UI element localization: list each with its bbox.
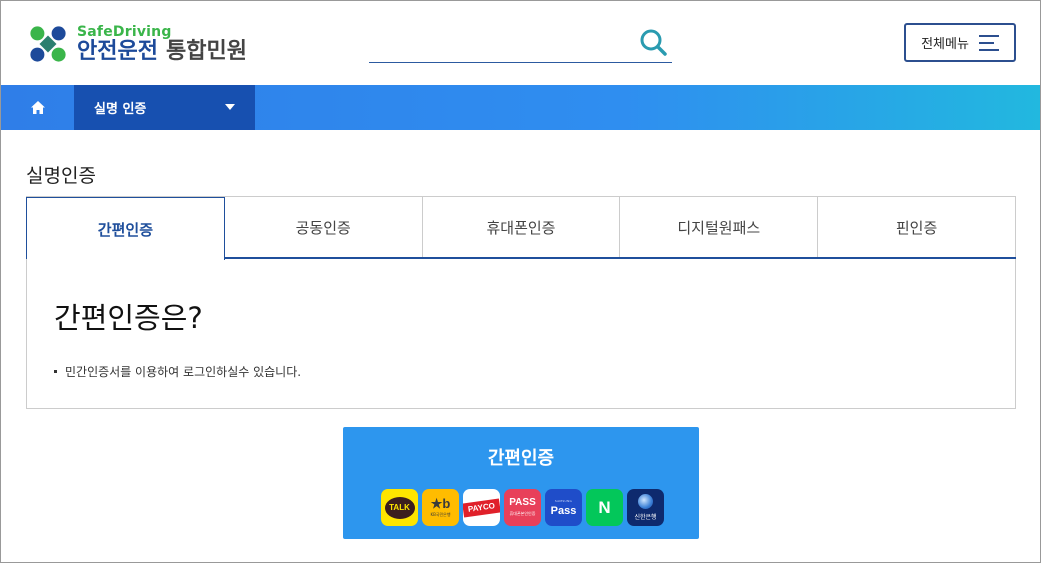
tab-digital-onepass[interactable]: 디지털원패스 bbox=[620, 197, 819, 257]
auth-tabs: 간편인증 공동인증 휴대폰인증 디지털원패스 핀인증 bbox=[26, 196, 1016, 260]
tab-panel: 간편인증은? 민간인증서를 이용하여 로그인하실수 있습니다. bbox=[26, 259, 1016, 409]
kakao-talk-icon: TALK bbox=[381, 489, 418, 526]
search-bar bbox=[369, 23, 672, 63]
payco-icon: PAYCO bbox=[463, 489, 500, 526]
nav-bar: 실명 인증 bbox=[1, 85, 1040, 130]
provider-list: TALK ★b KB국민은행 PAYCO PASS 휴대폰본인인증 SAMSUN… bbox=[381, 489, 668, 526]
tab-pin-auth[interactable]: 핀인증 bbox=[818, 197, 1016, 257]
panel-description: 민간인증서를 이용하여 로그인하실수 있습니다. bbox=[54, 363, 301, 380]
site-header: SafeDriving 안전운전 통합민원 전체메뉴 bbox=[1, 1, 1040, 85]
tab-mobile-auth[interactable]: 휴대폰인증 bbox=[422, 197, 621, 257]
home-button[interactable] bbox=[1, 85, 74, 130]
logo-subtitle: SafeDriving bbox=[77, 24, 172, 40]
kb-bank-icon: ★b KB국민은행 bbox=[422, 489, 459, 526]
hamburger-icon bbox=[978, 34, 999, 51]
logo-title: 안전운전 bbox=[77, 39, 158, 64]
page-title: 실명인증 bbox=[26, 165, 96, 187]
search-input[interactable] bbox=[369, 27, 629, 57]
logo-suffix: 통합민원 bbox=[165, 39, 247, 64]
full-menu-button[interactable]: 전체메뉴 bbox=[904, 23, 1016, 62]
clover-logo-icon bbox=[25, 21, 71, 67]
tab-simple-auth[interactable]: 간편인증 bbox=[26, 197, 225, 260]
bullet-icon bbox=[54, 370, 57, 373]
panel-description-text: 민간인증서를 이용하여 로그인하실수 있습니다. bbox=[65, 365, 302, 379]
site-logo[interactable]: SafeDriving 안전운전 통합민원 bbox=[25, 21, 247, 67]
caret-down-icon bbox=[225, 104, 235, 110]
panel-heading: 간편인증은? bbox=[54, 301, 203, 335]
tab-joint-certificate[interactable]: 공동인증 bbox=[224, 197, 423, 257]
search-icon[interactable] bbox=[638, 27, 668, 57]
home-icon bbox=[30, 101, 45, 114]
simple-auth-button[interactable]: 간편인증 TALK ★b KB국민은행 PAYCO PASS 휴대폰본인인증 S… bbox=[343, 427, 699, 539]
breadcrumb-dropdown[interactable]: 실명 인증 bbox=[74, 85, 255, 130]
full-menu-label: 전체메뉴 bbox=[921, 37, 969, 52]
breadcrumb-current: 실명 인증 bbox=[94, 102, 147, 117]
samsung-pass-icon: SAMSUNG Pass bbox=[545, 489, 582, 526]
shinhan-bank-icon: 신한은행 bbox=[627, 489, 664, 526]
simple-auth-label: 간편인증 bbox=[487, 448, 555, 469]
naver-icon: N bbox=[586, 489, 623, 526]
pass-icon: PASS 휴대폰본인인증 bbox=[504, 489, 541, 526]
